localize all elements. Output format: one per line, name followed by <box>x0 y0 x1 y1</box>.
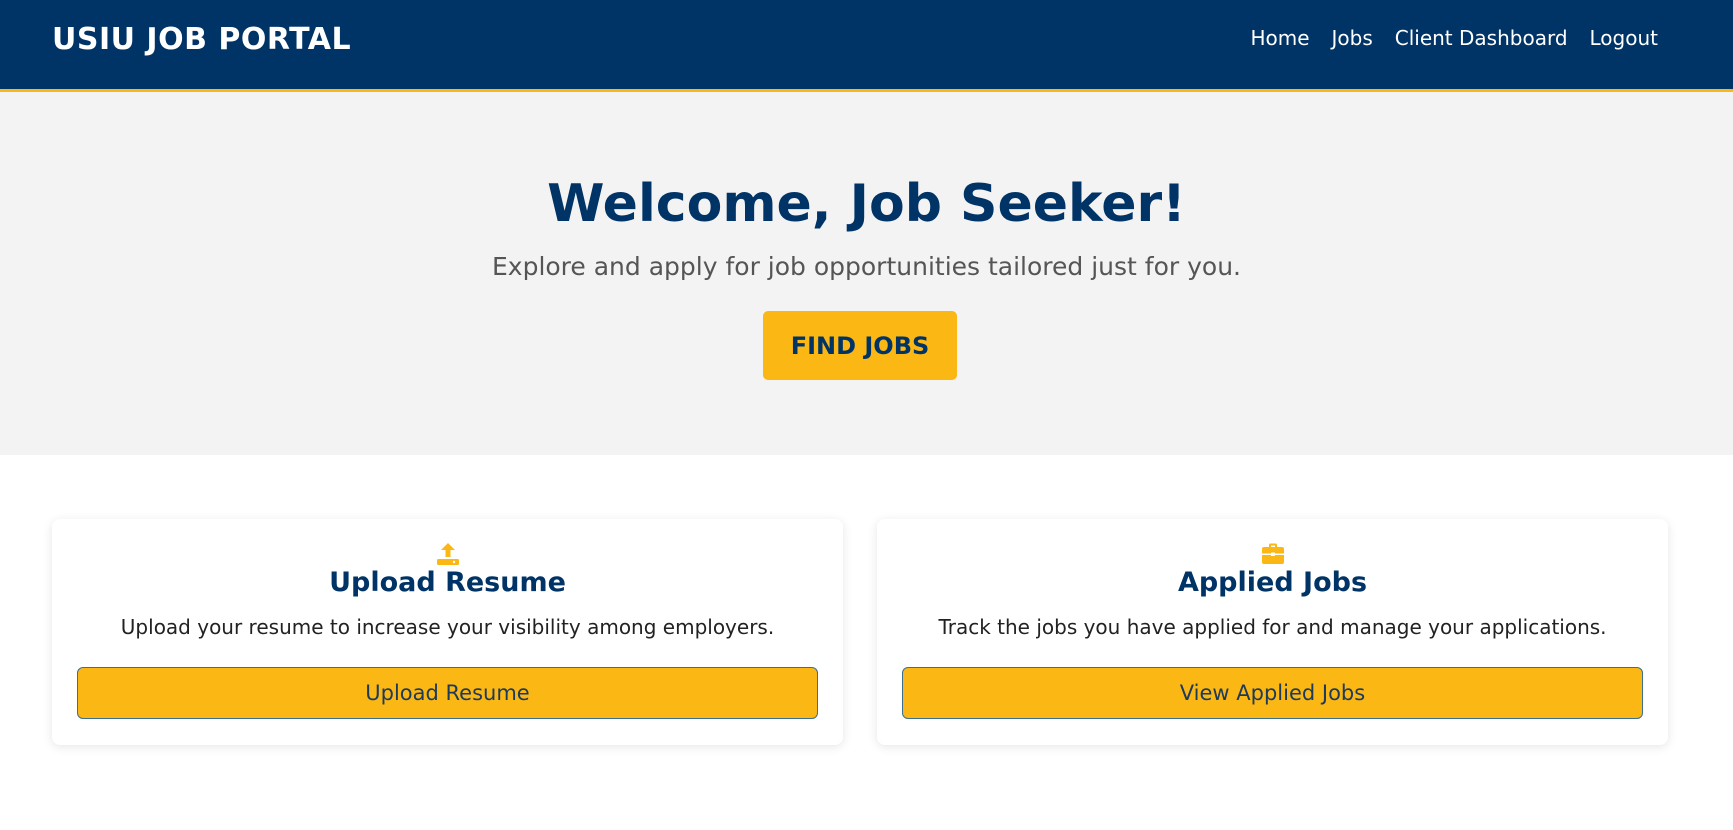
hero-subtitle: Explore and apply for job opportunities … <box>491 252 1241 281</box>
card-description: Upload your resume to increase your visi… <box>120 615 775 639</box>
nav-logout-link[interactable]: Logout <box>1590 26 1658 50</box>
find-jobs-button[interactable]: FIND JOBS <box>763 311 957 380</box>
upload-resume-button[interactable]: Upload Resume <box>77 667 818 719</box>
hero-title: Welcome, Job Seeker! <box>547 174 1186 234</box>
upload-icon <box>52 541 843 567</box>
main-nav: Home Jobs Client Dashboard Logout <box>1250 26 1658 50</box>
briefcase-icon <box>877 541 1668 567</box>
navbar: USIU JOB PORTAL Home Jobs Client Dashboa… <box>0 0 1733 92</box>
site-brand[interactable]: USIU JOB PORTAL <box>52 22 351 57</box>
applied-jobs-card: Applied Jobs Track the jobs you have app… <box>877 519 1668 745</box>
upload-resume-card: Upload Resume Upload your resume to incr… <box>52 519 843 745</box>
view-applied-jobs-button[interactable]: View Applied Jobs <box>902 667 1643 719</box>
nav-client-dashboard-link[interactable]: Client Dashboard <box>1395 26 1568 50</box>
card-title: Upload Resume <box>329 567 566 598</box>
card-title: Applied Jobs <box>1177 567 1368 598</box>
card-description: Track the jobs you have applied for and … <box>938 615 1607 639</box>
hero-section: Welcome, Job Seeker! Explore and apply f… <box>0 92 1733 455</box>
nav-jobs-link[interactable]: Jobs <box>1332 26 1373 50</box>
nav-home-link[interactable]: Home <box>1250 26 1309 50</box>
